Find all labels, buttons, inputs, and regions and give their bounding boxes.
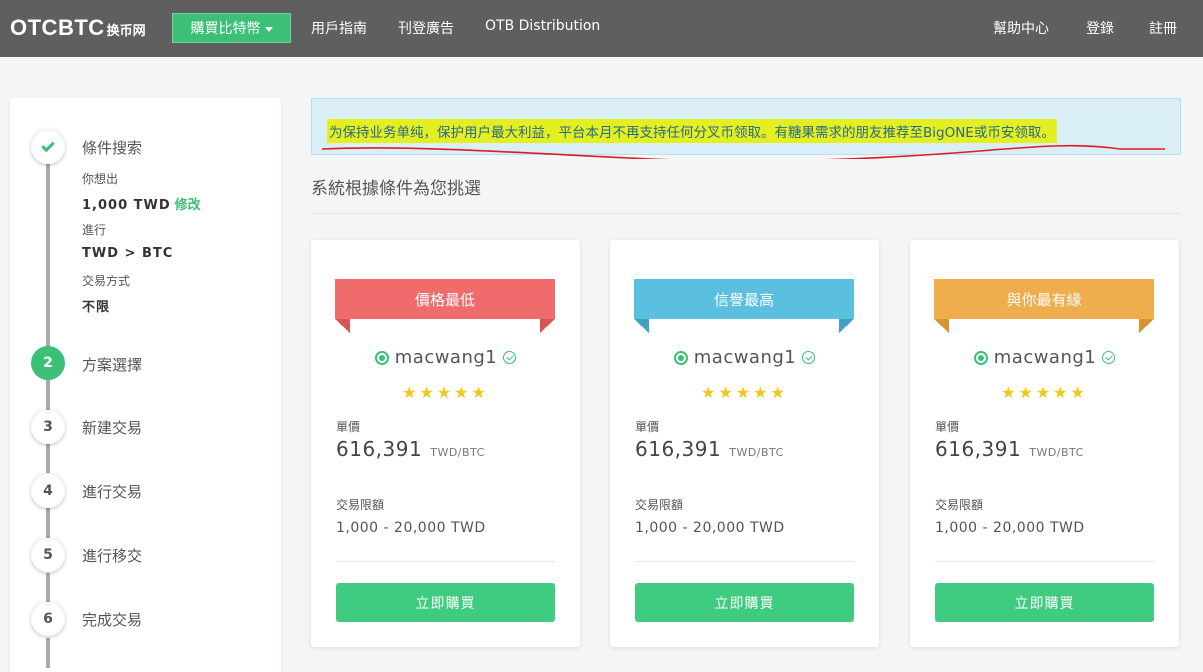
want-label: 你想出: [82, 172, 119, 186]
want-value: 1,000 TWD 修改: [82, 194, 201, 213]
want-amount: 1,000 TWD: [82, 198, 171, 213]
progress-sidebar: 條件搜索 你想出 1,000 TWD 修改 進行 TWD > BTC 交易方式 不…: [10, 98, 281, 672]
step-3-number: 3: [31, 410, 65, 444]
nav-register[interactable]: 註冊: [1149, 18, 1177, 38]
card-divider: [935, 561, 1154, 562]
buy-now-button[interactable]: 立即購買: [935, 583, 1154, 622]
online-status-icon: [673, 350, 688, 365]
step-1-label: 條件搜索: [82, 139, 143, 157]
brand-subtitle: 换币网: [106, 24, 146, 39]
offer-card-lowest-price: 價格最低 macwang1 ★★★★★ 單價 616,391 TWD/BTC 交…: [311, 240, 580, 647]
offer-card-best-match: 與你最有緣 macwang1 ★★★★★ 單價 616,391 TWD/BTC …: [910, 240, 1179, 647]
verified-icon: [1102, 351, 1116, 364]
ribbon: 價格最低: [335, 279, 555, 334]
rating-stars: ★★★★★: [402, 383, 489, 402]
seller-row: macwang1: [311, 347, 580, 368]
price-label: 單價: [336, 420, 361, 434]
step-2-active: 2: [31, 346, 65, 380]
step-connector: [46, 508, 50, 538]
nav-login[interactable]: 登錄: [1086, 18, 1114, 38]
step-4-number: 4: [31, 474, 65, 508]
ribbon-fold-left: [335, 319, 350, 333]
limit-label: 交易限額: [635, 498, 684, 512]
step-5-label: 進行移交: [82, 547, 143, 565]
price-row: 616,391 TWD/BTC: [336, 437, 485, 461]
ribbon-label: 與你最有緣: [934, 279, 1154, 319]
proceed-value: TWD > BTC: [82, 246, 174, 261]
card-divider: [635, 561, 854, 562]
limit-value: 1,000 - 20,000 TWD: [635, 520, 785, 536]
section-title: 系統根據條件為您挑選: [311, 179, 481, 199]
section-divider: [311, 213, 1181, 214]
proceed-label: 進行: [82, 223, 107, 237]
step-connector: [46, 443, 50, 473]
ribbon: 與你最有緣: [934, 279, 1154, 334]
price-row: 616,391 TWD/BTC: [635, 437, 784, 461]
price-unit: TWD/BTC: [1029, 446, 1084, 459]
ribbon-label: 價格最低: [335, 279, 555, 319]
method-label: 交易方式: [82, 274, 131, 288]
nav-user-guide[interactable]: 用戶指南: [311, 18, 367, 38]
verified-icon: [802, 351, 816, 364]
notice-banner: 为保持业务单纯，保护用户最大利益，平台本月不再支持任何分叉币领取。有糖果需求的朋…: [311, 98, 1181, 159]
rating-stars: ★★★★★: [1001, 383, 1088, 402]
handdrawn-underline: [321, 144, 1165, 159]
seller-row: macwang1: [610, 347, 879, 368]
seller-row: macwang1: [910, 347, 1179, 368]
limit-value: 1,000 - 20,000 TWD: [935, 520, 1085, 536]
price-label: 單價: [935, 420, 960, 434]
nav-help-center[interactable]: 幫助中心: [993, 18, 1049, 38]
price-row: 616,391 TWD/BTC: [935, 437, 1084, 461]
limit-label: 交易限額: [336, 498, 385, 512]
nav-post-ad[interactable]: 刊登廣告: [398, 18, 454, 38]
ribbon-fold-right: [540, 319, 555, 333]
verified-icon: [503, 351, 517, 364]
top-navbar: OTCBTC 换币网 購買比特幣 用戶指南 刊登廣告 OTB Distribut…: [0, 0, 1203, 57]
rating-stars: ★★★★★: [701, 383, 788, 402]
seller-name[interactable]: macwang1: [395, 347, 498, 368]
nav-otb-distribution[interactable]: OTB Distribution: [485, 18, 600, 34]
brand-name: OTCBTC: [10, 15, 105, 40]
price-unit: TWD/BTC: [729, 446, 784, 459]
step-3-label: 新建交易: [82, 419, 143, 437]
step-connector: [46, 573, 50, 603]
price-value: 616,391: [935, 437, 1022, 461]
brand-logo[interactable]: OTCBTC 换币网: [10, 15, 146, 43]
ribbon-label: 信譽最高: [634, 279, 854, 319]
step-1-done: [31, 130, 65, 164]
buy-now-button[interactable]: 立即購買: [336, 583, 555, 622]
step-connector: [46, 638, 50, 668]
online-status-icon: [973, 350, 988, 365]
step-2-label: 方案選擇: [82, 356, 143, 374]
ribbon: 信譽最高: [634, 279, 854, 334]
buy-bitcoin-dropdown[interactable]: 購買比特幣: [172, 13, 291, 43]
buy-bitcoin-label: 購買比特幣: [190, 21, 261, 37]
card-divider: [336, 561, 555, 562]
check-icon: [41, 138, 55, 153]
price-value: 616,391: [336, 437, 423, 461]
step-6-label: 完成交易: [82, 611, 143, 629]
online-status-icon: [374, 350, 389, 365]
price-value: 616,391: [635, 437, 722, 461]
caret-down-icon: [264, 26, 273, 32]
step-4-label: 進行交易: [82, 483, 143, 501]
modify-link[interactable]: 修改: [175, 198, 201, 213]
buy-now-button[interactable]: 立即購買: [635, 583, 854, 622]
offer-card-best-reputation: 信譽最高 macwang1 ★★★★★ 單價 616,391 TWD/BTC 交…: [610, 240, 879, 647]
ribbon-fold-right: [1139, 319, 1154, 333]
seller-name[interactable]: macwang1: [994, 347, 1097, 368]
ribbon-fold-right: [839, 319, 854, 333]
ribbon-fold-left: [934, 319, 949, 333]
limit-label: 交易限額: [935, 498, 984, 512]
step-6-number: 6: [31, 602, 65, 636]
limit-value: 1,000 - 20,000 TWD: [336, 520, 486, 536]
ribbon-fold-left: [634, 319, 649, 333]
method-value: 不限: [82, 300, 111, 315]
step-5-number: 5: [31, 538, 65, 572]
seller-name[interactable]: macwang1: [694, 347, 797, 368]
price-label: 單價: [635, 420, 660, 434]
price-unit: TWD/BTC: [430, 446, 485, 459]
